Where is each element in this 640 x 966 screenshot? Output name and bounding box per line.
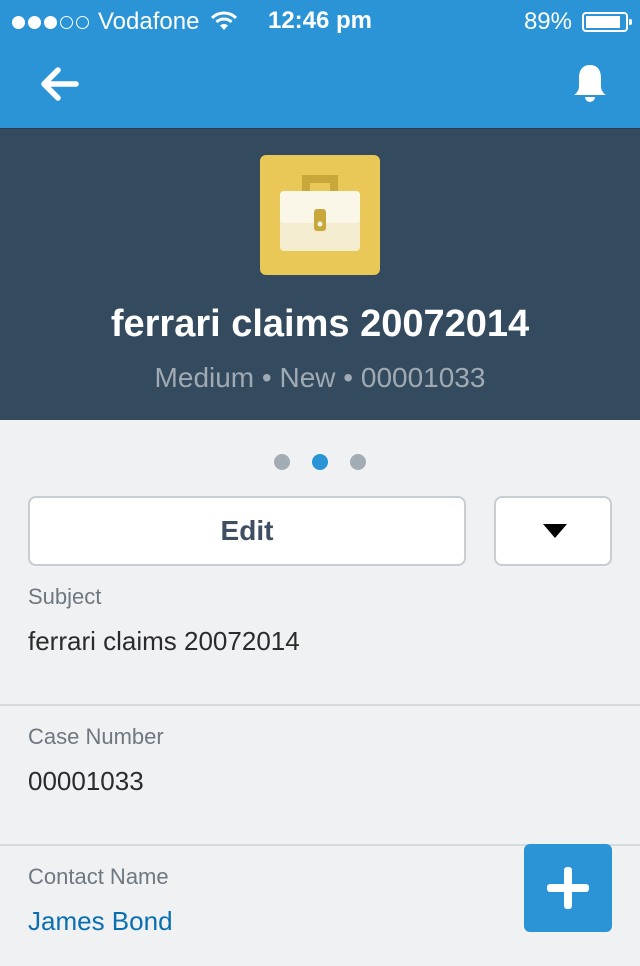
status-bar: Vodafone 12:46 pm 89% (0, 0, 640, 40)
field-label: Case Number (28, 724, 164, 749)
edit-button[interactable]: Edit (28, 496, 466, 566)
caret-down-icon (543, 524, 567, 538)
back-arrow-icon[interactable] (38, 66, 82, 102)
page-indicator[interactable] (0, 454, 640, 470)
page-dot-active[interactable] (312, 454, 328, 470)
record-header: ferrari claims 20072014 Medium • New • 0… (0, 128, 640, 420)
battery-percent: 89% (523, 8, 572, 35)
briefcase-icon (260, 155, 380, 275)
record-meta: Medium • New • 00001033 (154, 362, 486, 393)
page-dot[interactable] (350, 454, 366, 470)
more-actions-button[interactable] (494, 496, 612, 566)
field-value: 00001033 (28, 766, 144, 796)
field-case-number: Case Number 00001033 (0, 706, 640, 846)
contact-name-link[interactable]: James Bond (28, 906, 173, 937)
battery-indicator: 89% (523, 8, 632, 36)
field-value: ferrari claims 20072014 (28, 626, 300, 656)
bell-icon[interactable] (570, 62, 610, 104)
add-button[interactable] (524, 844, 612, 932)
battery-icon (582, 12, 632, 32)
field-label: Contact Name (28, 864, 169, 889)
field-label: Subject (28, 584, 102, 609)
field-subject: Subject ferrari claims 20072014 (0, 566, 640, 706)
plus-icon (547, 867, 589, 909)
page-dot[interactable] (274, 454, 290, 470)
record-title: ferrari claims 20072014 (110, 303, 530, 345)
nav-bar (0, 40, 640, 128)
